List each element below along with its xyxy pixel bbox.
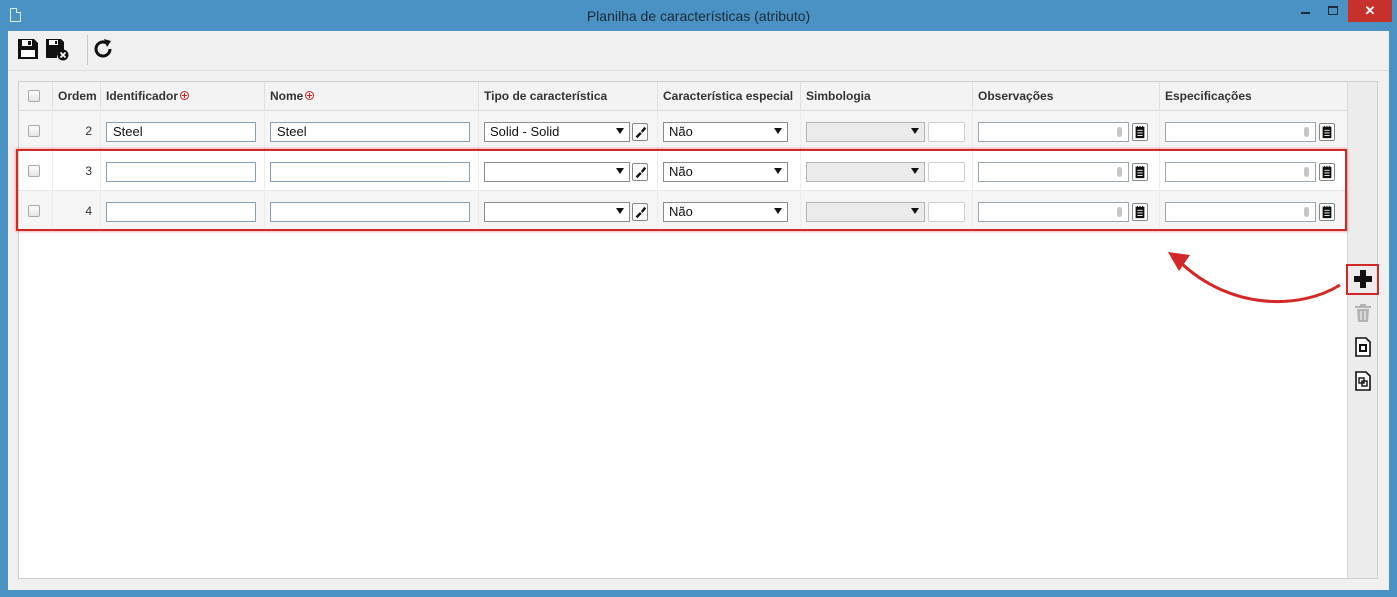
especificacoes-cell [1160, 111, 1349, 151]
required-icon [305, 91, 315, 100]
refresh-icon[interactable] [91, 37, 115, 61]
scrollbar-thumb [1117, 127, 1122, 137]
tipo-cell: Solid - Solid [479, 111, 658, 151]
close-button[interactable]: ✕ [1348, 0, 1392, 22]
nome-input[interactable]: Steel [270, 122, 470, 142]
trash-icon[interactable] [1353, 303, 1373, 323]
identificador-cell: Steel [101, 111, 265, 151]
toolbar [8, 31, 1389, 71]
notepad-icon[interactable] [1132, 123, 1148, 141]
copy-document-icon[interactable] [1353, 337, 1373, 357]
header-tipo[interactable]: Tipo de característica [479, 82, 658, 111]
required-icon [180, 91, 190, 100]
floppy-disk-icon[interactable] [16, 37, 40, 61]
header-ordem[interactable]: Ordem [53, 82, 101, 111]
annotation-arrow-icon [1168, 252, 1341, 304]
paste-document-icon[interactable] [1353, 371, 1373, 391]
new-rows-highlight [16, 149, 1347, 231]
header-identificador[interactable]: Identificador [101, 82, 265, 111]
dropdown-arrow-icon [616, 128, 624, 134]
header-nome[interactable]: Nome [265, 82, 479, 111]
row-checkbox[interactable] [28, 125, 40, 137]
especial-cell: Não [658, 111, 801, 151]
grid-actions-sidebar [1347, 82, 1377, 578]
ordem-cell: 2 [53, 111, 101, 151]
brush-icon[interactable] [632, 123, 648, 141]
simbologia-select [806, 122, 925, 142]
header-select-all-cell [19, 82, 53, 111]
observacoes-cell [973, 111, 1160, 151]
header-especial[interactable]: Característica especial [658, 82, 801, 111]
identificador-input[interactable]: Steel [106, 122, 256, 142]
title-bar: Planilha de características (atributo) ✕ [0, 0, 1397, 31]
tipo-select[interactable]: Solid - Solid [484, 122, 630, 142]
scrollbar-thumb [1304, 127, 1309, 137]
floppy-disk-close-icon[interactable] [45, 37, 69, 61]
ordem-value: 2 [85, 124, 92, 138]
tipo-select-value: Solid - Solid [490, 124, 560, 139]
especificacoes-field[interactable] [1165, 122, 1316, 142]
header-nome-label: Nome [270, 89, 304, 103]
header-observacoes[interactable]: Observações [973, 82, 1160, 111]
symbol-preview [928, 122, 965, 142]
dropdown-arrow-icon [911, 128, 919, 134]
toolbar-separator [87, 35, 88, 65]
select-all-checkbox[interactable] [28, 90, 40, 102]
minimize-icon [1301, 12, 1310, 14]
maximize-icon [1328, 6, 1338, 15]
maximize-button[interactable] [1320, 0, 1346, 22]
header-identificador-label: Identificador [106, 89, 179, 103]
table-row: 2 Steel Steel Solid - Solid Não [19, 111, 1349, 151]
header-especificacoes[interactable]: Especificações [1160, 82, 1349, 111]
grid-header: Ordem Identificador Nome Tipo de caracte… [19, 82, 1349, 111]
add-button-highlight [1346, 264, 1379, 295]
notepad-icon[interactable] [1319, 123, 1335, 141]
row-select-cell [19, 111, 53, 151]
header-simbologia[interactable]: Simbologia [801, 82, 973, 111]
especial-select[interactable]: Não [663, 122, 788, 142]
minimize-button[interactable] [1292, 0, 1318, 22]
nome-cell: Steel [265, 111, 479, 151]
especial-select-value: Não [669, 124, 693, 139]
simbologia-cell [801, 111, 973, 151]
window-title: Planilha de características (atributo) [586, 8, 811, 24]
observacoes-field[interactable] [978, 122, 1129, 142]
dropdown-arrow-icon [774, 128, 782, 134]
